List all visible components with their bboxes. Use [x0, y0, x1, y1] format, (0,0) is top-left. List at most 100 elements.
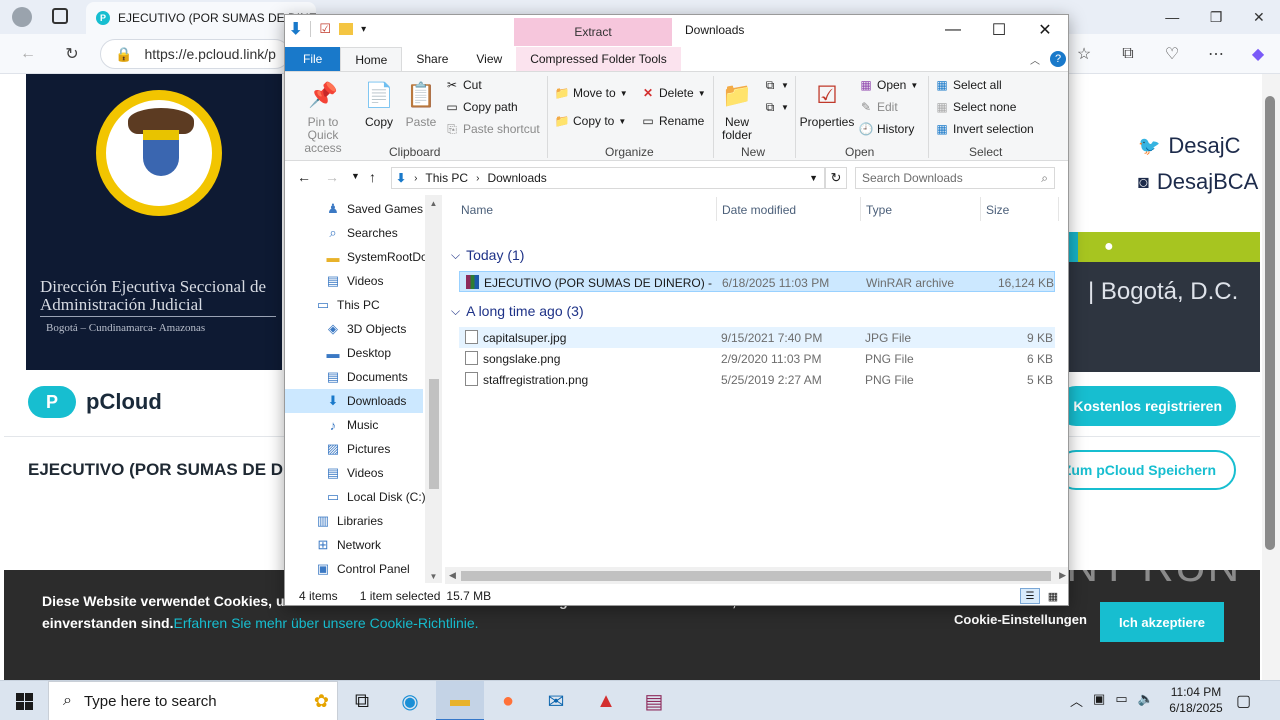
clock[interactable]: 11:04 PM 6/18/2025 [1160, 684, 1232, 716]
tab-compressed-folder-tools[interactable]: Compressed Folder Tools [516, 47, 681, 71]
column-header-size[interactable]: Size [986, 203, 1009, 217]
meet-now-icon[interactable]: ▣ [1093, 691, 1105, 710]
paste-button[interactable]: 📋 Paste [401, 78, 441, 129]
taskbar-search[interactable]: ⌕ Type here to search ✿ [48, 681, 338, 720]
rename-button[interactable]: ▭ Rename [641, 114, 704, 128]
volume-icon[interactable]: 🔈 [1138, 691, 1154, 710]
profile-avatar[interactable] [12, 7, 32, 27]
nav-item[interactable]: ⊞ Network [285, 533, 423, 557]
close-icon[interactable]: ✕ [1253, 9, 1265, 26]
column-separator[interactable] [980, 197, 981, 221]
cut-button[interactable]: ✂ Cut [445, 78, 482, 92]
nav-item[interactable]: ♪ Music [285, 413, 423, 437]
nav-item[interactable]: ◈ 3D Objects [285, 317, 423, 341]
nav-item[interactable]: ▨ Pictures [285, 437, 423, 461]
minimize-button[interactable]: — [930, 15, 976, 45]
start-button[interactable] [0, 681, 48, 720]
tab-actions-icon[interactable] [52, 8, 68, 24]
save-to-pcloud-button[interactable]: Zum pCloud Speichern [1056, 450, 1236, 490]
edge-icon[interactable]: ◉ [386, 681, 434, 720]
nav-item[interactable]: ▬ Desktop [285, 341, 423, 365]
edit-button[interactable]: ✎ Edit [859, 100, 898, 114]
network-icon[interactable]: ▭ [1115, 691, 1127, 710]
large-icons-view-icon[interactable]: ▦ [1044, 588, 1062, 604]
search-input[interactable]: Search Downloads ⌕ [855, 167, 1055, 189]
more-icon[interactable]: ⋯ [1206, 44, 1226, 64]
group-header[interactable]: ⌵ A long time ago (3) [451, 303, 584, 319]
breadcrumb-downloads[interactable]: Downloads [487, 171, 546, 185]
nav-item[interactable]: ♟ Saved Games [285, 197, 423, 221]
help-icon[interactable]: ? [1050, 51, 1066, 67]
tab-view[interactable]: View [462, 47, 516, 71]
twitter-icon[interactable]: 🐦 [1138, 136, 1160, 157]
twitter-handle[interactable]: DesajC [1168, 133, 1240, 159]
collapse-ribbon-icon[interactable]: ︿ [1030, 52, 1040, 67]
delete-button[interactable]: ✕ Delete ▼ [641, 86, 706, 100]
scroll-right-icon[interactable]: ▶ [1059, 570, 1066, 581]
scroll-up-icon[interactable]: ▲ [425, 199, 442, 208]
easy-access-button[interactable]: ⧉ ▼ [763, 100, 789, 114]
minimize-icon[interactable]: — [1165, 9, 1179, 25]
acrobat-icon[interactable]: ▲ [582, 681, 630, 720]
tab-file[interactable]: File [285, 47, 341, 71]
nav-item[interactable]: ⬇ Downloads [285, 389, 423, 413]
nav-item[interactable]: ▣ Control Panel [285, 557, 423, 581]
nav-item[interactable]: ▤ Videos [285, 269, 423, 293]
refresh-icon[interactable]: ↻ [825, 167, 847, 189]
breadcrumb-this-pc[interactable]: This PC [425, 171, 468, 185]
register-button[interactable]: Kostenlos registrieren [1056, 386, 1236, 426]
outlook-icon[interactable]: ✉ [532, 681, 580, 720]
nav-item[interactable]: ▬ SystemRootDo [285, 245, 426, 269]
browser-tab[interactable]: P EJECUTIVO (POR SUMAS DE DINERO) - pClo… [86, 2, 316, 34]
new-item-button[interactable]: ⧉ ▼ [763, 78, 789, 92]
new-folder-button[interactable]: 📁 New folder [717, 78, 757, 142]
cookie-policy-link[interactable]: Erfahren Sie mehr über unsere Cookie-Ric… [173, 615, 478, 631]
move-to-button[interactable]: 📁 Move to ▼ [555, 86, 628, 100]
up-icon[interactable]: ↑ [369, 169, 376, 185]
nav-item[interactable]: ▭ Local Disk (C:) [285, 485, 425, 509]
nav-item[interactable]: ▤ Documents [285, 365, 423, 389]
nav-item[interactable]: ⌕ Searches [285, 221, 423, 245]
firefox-icon[interactable]: ● [484, 681, 532, 720]
forward-icon[interactable]: → [325, 169, 339, 185]
scroll-left-icon[interactable]: ◀ [449, 570, 456, 581]
file-row[interactable]: songslake.png 2/9/2020 11:03 PM PNG File 6 … [459, 348, 1055, 369]
paste-shortcut-button[interactable]: ⎘ Paste shortcut [445, 122, 540, 137]
column-header-type[interactable]: Type [866, 203, 892, 217]
column-separator[interactable] [1058, 197, 1059, 221]
nav-scrollbar-thumb[interactable] [429, 379, 439, 489]
browser-essentials-icon[interactable]: ♡ [1162, 44, 1182, 64]
details-view-icon[interactable]: ☰ [1020, 588, 1040, 604]
favorites-icon[interactable]: ☆ [1074, 44, 1094, 64]
task-view-icon[interactable]: ⧉ [338, 681, 386, 720]
copilot-icon[interactable]: ◆ [1248, 44, 1268, 64]
group-header[interactable]: ⌵ Today (1) [451, 247, 524, 263]
column-header-date[interactable]: Date modified [722, 203, 796, 217]
column-separator[interactable] [716, 197, 717, 221]
file-row[interactable]: capitalsuper.jpg 9/15/2021 7:40 PM JPG Fil… [459, 327, 1055, 348]
invert-selection-button[interactable]: ▦ Invert selection [935, 122, 1033, 136]
instagram-icon[interactable]: ◙ [1138, 172, 1149, 193]
recent-locations-icon[interactable]: ▼ [351, 171, 360, 181]
winrar-icon[interactable]: ▤ [630, 681, 678, 720]
chevron-up-icon[interactable]: ︿ [1070, 691, 1083, 710]
cookie-settings-link[interactable]: Cookie-Einstellungen [954, 612, 1087, 627]
address-box[interactable]: ⬇ › This PC › Downloads ▼ [391, 167, 825, 189]
restore-icon[interactable]: ❐ [1210, 9, 1223, 26]
select-none-button[interactable]: ▦ Select none [935, 100, 1016, 114]
page-scrollbar-thumb[interactable] [1265, 96, 1275, 550]
nav-item[interactable]: ▭ This PC [285, 293, 423, 317]
new-folder-qat-icon[interactable] [339, 23, 354, 35]
select-all-button[interactable]: ▦ Select all [935, 78, 1001, 92]
back-icon[interactable]: ← [18, 44, 38, 64]
copy-button[interactable]: 📄 Copy [359, 78, 399, 129]
collections-icon[interactable]: ⧉ [1118, 44, 1138, 64]
file-row[interactable]: staffregistration.png 5/25/2019 2:27 AM PN… [459, 369, 1055, 390]
properties-button[interactable]: ☑ Properties [799, 78, 855, 129]
nav-item[interactable]: ▥ Libraries [285, 509, 423, 533]
address-dropdown-icon[interactable]: ▼ [809, 173, 818, 183]
file-explorer-icon[interactable]: ▬ [436, 681, 484, 720]
back-icon[interactable]: ← [297, 169, 311, 185]
address-bar[interactable]: 🔒 https://e.pcloud.link/p [100, 39, 290, 69]
horizontal-scrollbar-thumb[interactable] [461, 571, 1051, 581]
